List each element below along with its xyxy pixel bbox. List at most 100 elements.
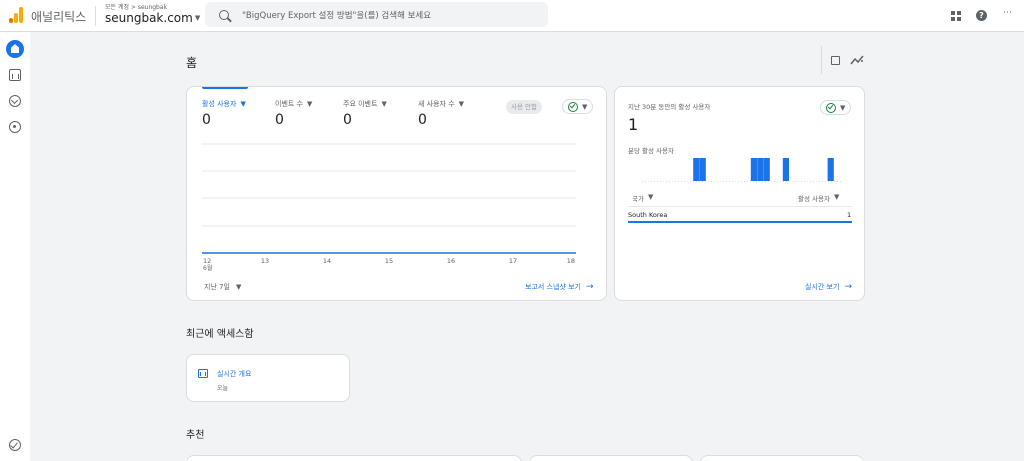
realtime-title: 지난 30분 동안의 활성 사용자 — [628, 103, 711, 111]
recommended-card[interactable] — [700, 455, 864, 461]
minute-bar[interactable] — [763, 158, 770, 181]
recent-section-title: 최근에 액세스함 — [186, 329, 254, 340]
chevron-down-icon: ▼ — [307, 100, 313, 108]
data-quality-dropdown[interactable]: ▼ — [562, 99, 594, 114]
metric-value: 0 — [418, 112, 427, 128]
realtime-subtitle: 분당 활성 사용자 — [628, 147, 674, 155]
link-label: 실시간 보기 — [805, 283, 840, 291]
minute-bar[interactable] — [757, 158, 764, 181]
page-title: 홈 — [186, 56, 198, 70]
date-range-label: 지난 7일 — [204, 283, 230, 291]
more-vert-icon[interactable]: ⋯ — [1003, 8, 1012, 18]
chevron-down-icon: ▼ — [240, 100, 246, 108]
view-snapshot-link[interactable]: 보고서 스냅샷 보기 → — [525, 282, 594, 292]
help-icon[interactable]: ? — [976, 10, 987, 21]
check-circle-icon — [826, 102, 836, 113]
notes-icon[interactable] — [831, 56, 840, 65]
metric-value: 0 — [202, 112, 211, 128]
chevron-down-icon: ▼ — [840, 103, 846, 112]
chevron-down-icon: ▼ — [194, 14, 201, 22]
arrow-right-icon: → — [585, 282, 594, 292]
metric-label-row: 새 사용자 수 ▼ — [418, 99, 464, 109]
users-cell: 1 — [847, 211, 852, 219]
recent-item-subtitle: 오늘 — [217, 385, 229, 392]
active-tab-indicator — [202, 87, 248, 89]
metric-label: 이벤트 수 — [275, 100, 303, 108]
x-tick-label: 16 — [447, 257, 455, 265]
search-icon — [219, 9, 229, 20]
account-name: seungbak.com — [105, 11, 193, 25]
analytics-logo-icon[interactable] — [9, 7, 23, 23]
metric-active-users[interactable]: 활성 사용자 ▼ 0 — [202, 99, 246, 128]
minute-bar[interactable] — [827, 158, 834, 181]
account-selector[interactable]: seungbak.com ▼ — [105, 11, 200, 25]
view-realtime-link[interactable]: 실시간 보기 → — [805, 282, 852, 292]
home-icon[interactable] — [6, 40, 24, 58]
check-circle-icon — [568, 101, 578, 112]
advertising-icon[interactable] — [9, 121, 21, 133]
search-bar[interactable]: "BigQuery Export 설정 방법"을(를) 검색해 보세요 — [205, 2, 548, 27]
metric-value: 0 — [275, 112, 284, 128]
report-icon — [198, 369, 208, 378]
metric-label: 새 사용자 수 — [418, 100, 455, 108]
overview-line-chart: 12 13 14 15 16 17 18 6월 — [202, 143, 576, 272]
search-input[interactable]: "BigQuery Export 설정 방법"을(를) 검색해 보세요 — [242, 9, 431, 21]
x-tick-label: 18 — [567, 257, 575, 265]
minute-bar[interactable] — [699, 158, 706, 181]
metric-event-count[interactable]: 이벤트 수 ▼ 0 — [275, 99, 312, 128]
app-title: 애널리틱스 — [31, 10, 87, 24]
overview-card: 활성 사용자 ▼ 0 이벤트 수 ▼ 0 주요 이벤트 ▼ 0 새 사용자 수 … — [186, 86, 607, 301]
minute-bar[interactable] — [750, 158, 757, 181]
chevron-down-icon: ▼ — [582, 102, 588, 111]
chevron-down-icon: ▼ — [458, 100, 465, 108]
divider — [95, 6, 96, 26]
reports-icon[interactable] — [9, 69, 21, 81]
admin-gear-icon[interactable] — [9, 439, 21, 451]
breadcrumb[interactable]: 모든 계정 > seungbak — [105, 2, 167, 11]
arrow-right-icon: → — [844, 282, 852, 292]
row-share-bar — [628, 221, 852, 223]
metric-label-row: 이벤트 수 ▼ — [275, 99, 312, 109]
minute-bar[interactable] — [782, 158, 789, 181]
per-minute-bar-chart — [642, 158, 842, 182]
metric-label: 활성 사용자 — [202, 100, 237, 108]
recommended-card[interactable] — [186, 455, 522, 461]
chevron-down-icon: ▼ — [833, 193, 840, 201]
x-tick-label: 12 — [203, 257, 211, 265]
metric-label-row: 활성 사용자 ▼ — [202, 99, 246, 109]
metric-label-row: 주요 이벤트 ▼ — [343, 99, 387, 109]
x-tick-label: 15 — [385, 257, 393, 265]
recommended-card[interactable] — [529, 455, 693, 461]
column-label: 국가 — [632, 195, 644, 203]
metric-value: 0 — [343, 112, 352, 128]
recent-item-card[interactable]: 실시간 개요 오늘 — [186, 354, 350, 402]
minute-bar[interactable] — [693, 158, 700, 181]
link-label: 보고서 스냅샷 보기 — [525, 283, 581, 291]
divider — [821, 46, 822, 74]
country-column-header[interactable]: 국가 ▼ — [632, 193, 653, 203]
left-nav — [0, 32, 30, 461]
recent-item-title: 실시간 개요 — [217, 370, 252, 378]
data-quality-dropdown[interactable]: ▼ — [820, 100, 852, 115]
x-tick-label: 17 — [509, 257, 517, 265]
date-range-selector[interactable]: 지난 7일 ▼ — [204, 282, 241, 292]
apps-grid-icon[interactable] — [951, 11, 961, 21]
metric-new-users[interactable]: 새 사용자 수 ▼ 0 — [418, 99, 464, 128]
chevron-down-icon: ▼ — [647, 193, 654, 201]
compare-button[interactable]: 사용 안함 — [506, 100, 542, 114]
realtime-value: 1 — [628, 115, 639, 134]
top-bar: 애널리틱스 모든 계정 > seungbak seungbak.com ▼ "B… — [0, 0, 1024, 32]
metric-label: 주요 이벤트 — [343, 100, 378, 108]
realtime-card: 지난 30분 동안의 활성 사용자 ▼ 1 분당 활성 사용자 국가 ▼ 활성 … — [614, 86, 865, 301]
insights-icon[interactable] — [850, 54, 864, 66]
recommended-section-title: 추천 — [186, 430, 205, 441]
x-tick-label: 14 — [323, 257, 331, 265]
chevron-down-icon: ▼ — [236, 283, 242, 291]
explore-icon[interactable] — [9, 95, 21, 107]
chevron-down-icon: ▼ — [381, 100, 387, 108]
country-cell: South Korea — [628, 211, 668, 219]
column-label: 활성 사용자 — [798, 195, 830, 203]
metric-key-events[interactable]: 주요 이벤트 ▼ 0 — [343, 99, 387, 128]
x-month-label: 6월 — [203, 264, 212, 272]
users-column-header[interactable]: 활성 사용자 ▼ — [798, 193, 839, 203]
